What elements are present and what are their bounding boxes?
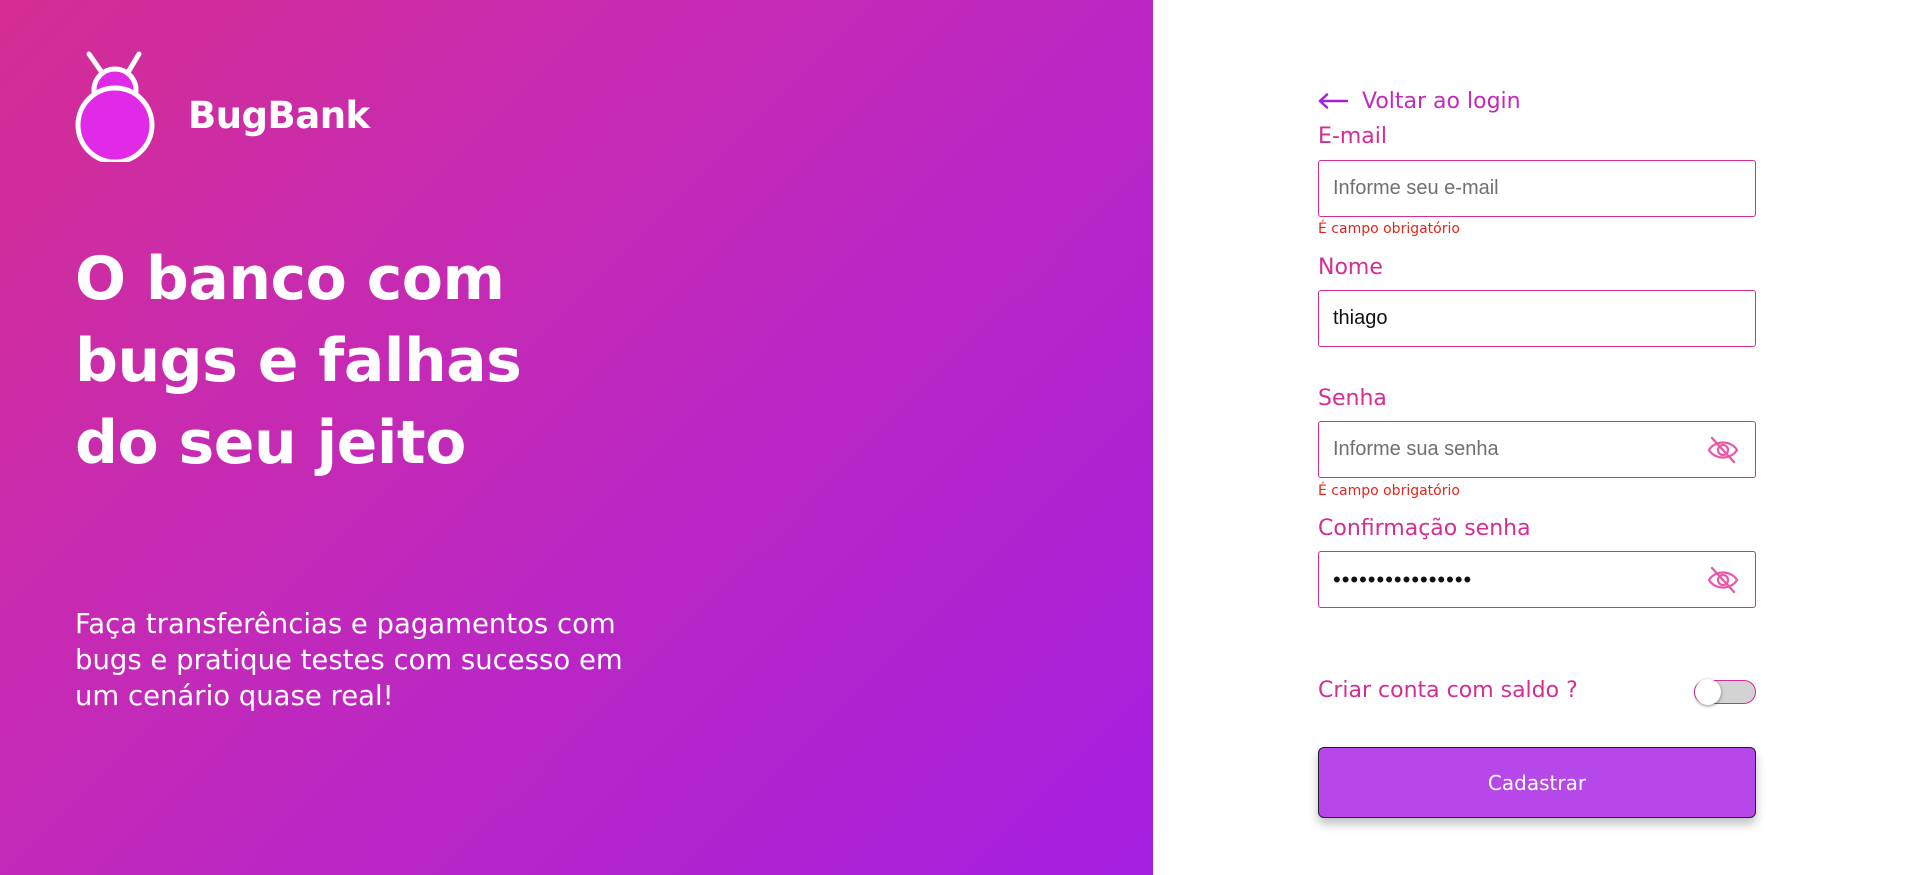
headline-line: O banco com <box>75 244 505 314</box>
eye-slash-icon[interactable] <box>1707 435 1739 465</box>
back-to-login-link[interactable]: Voltar ao login <box>1318 84 1521 118</box>
bug-logo-icon <box>75 51 155 162</box>
arrow-left-icon <box>1318 93 1348 109</box>
hero-headline: O banco com bugs e falhas do seu jeito <box>75 238 522 484</box>
name-input[interactable] <box>1319 291 1755 346</box>
email-input[interactable] <box>1319 161 1755 216</box>
eye-slash-icon[interactable] <box>1707 565 1739 595</box>
password-label: Senha <box>1318 386 1387 411</box>
headline-line: bugs e falhas <box>75 326 522 396</box>
hero-panel: BugBank O banco com bugs e falhas do seu… <box>0 0 1153 875</box>
password-confirm-label: Confirmação senha <box>1318 516 1531 541</box>
toggle-knob <box>1695 679 1721 705</box>
register-button[interactable]: Cadastrar <box>1318 747 1756 818</box>
email-error: É campo obrigatório <box>1318 221 1460 237</box>
balance-toggle[interactable] <box>1694 679 1756 705</box>
password-error: É campo obrigatório <box>1318 483 1460 499</box>
subtext-line: bugs e pratique testes com sucesso em <box>75 644 623 676</box>
brand-name: BugBank <box>188 94 370 137</box>
password-confirm-field-box <box>1318 551 1756 608</box>
headline-line: do seu jeito <box>75 408 466 478</box>
subtext-line: um cenário quase real! <box>75 680 394 712</box>
password-confirm-input[interactable] <box>1319 552 1755 607</box>
password-input[interactable] <box>1319 422 1755 477</box>
hero-subtext: Faça transferências e pagamentos com bug… <box>75 606 635 714</box>
balance-toggle-label: Criar conta com saldo ? <box>1318 678 1578 703</box>
name-field-box <box>1318 290 1756 347</box>
name-label: Nome <box>1318 255 1383 280</box>
back-link-label: Voltar ao login <box>1362 88 1521 114</box>
password-field-box <box>1318 421 1756 478</box>
subtext-line: Faça transferências e pagamentos com <box>75 608 616 640</box>
email-field-box <box>1318 160 1756 217</box>
email-label: E-mail <box>1318 124 1387 149</box>
